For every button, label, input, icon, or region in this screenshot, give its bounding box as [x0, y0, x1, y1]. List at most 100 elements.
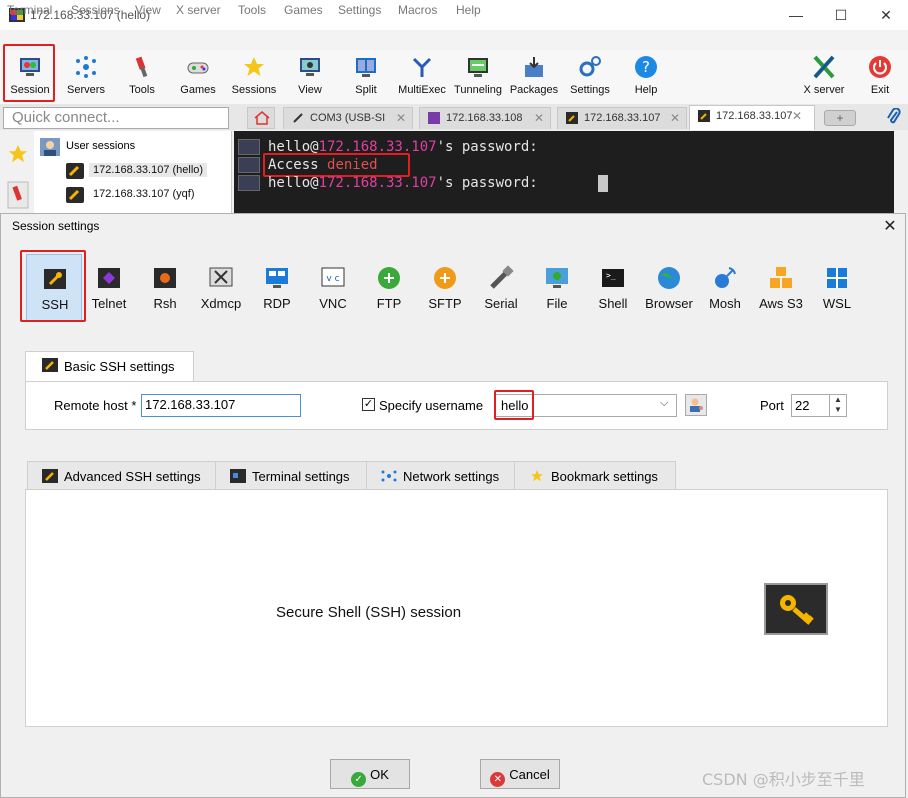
- menu-settings[interactable]: Settings: [338, 3, 381, 17]
- menu-x-server[interactable]: X server: [176, 3, 221, 17]
- tab-label: 172.168.33.107: [716, 110, 793, 122]
- x-server-button[interactable]: X server: [797, 50, 851, 102]
- close-icon[interactable]: ✕: [396, 111, 406, 125]
- plug-icon: [293, 113, 303, 123]
- boxes-icon: [770, 267, 792, 288]
- terminal-line-icon: [238, 175, 260, 191]
- quick-connect-input[interactable]: Quick connect...: [3, 107, 229, 129]
- help-button[interactable]: ? Help: [619, 50, 673, 102]
- tab-advanced-ssh-settings[interactable]: Advanced SSH settings: [27, 461, 216, 490]
- session-type-shell[interactable]: >_ Shell: [585, 254, 641, 322]
- multiexec-icon: [412, 57, 432, 77]
- help-label: Help: [634, 84, 658, 96]
- menu-sessions[interactable]: Sessions: [71, 3, 120, 17]
- session-type-wsl[interactable]: WSL: [809, 254, 865, 322]
- x-server-icon: [813, 55, 835, 79]
- highlight-box: [494, 390, 534, 420]
- session-type-telnet[interactable]: Telnet: [81, 254, 137, 322]
- specify-username-checkbox[interactable]: ✓: [362, 398, 375, 411]
- star-icon[interactable]: [7, 143, 29, 165]
- highlight-box: [263, 153, 410, 177]
- view-button[interactable]: View: [283, 50, 337, 102]
- close-window-button[interactable]: ✕: [876, 6, 896, 24]
- servers-button[interactable]: Servers: [59, 50, 113, 102]
- menu-bar: [0, 30, 908, 50]
- windows-icon: [827, 268, 847, 288]
- session-button[interactable]: Session: [3, 44, 57, 102]
- session-type-file[interactable]: File: [529, 254, 585, 322]
- rdp-icon: [266, 268, 288, 288]
- session-type-serial[interactable]: Serial: [473, 254, 529, 322]
- packages-icon: [525, 57, 543, 77]
- port-spinner[interactable]: ▲ ▼: [829, 395, 846, 416]
- new-tab-button[interactable]: +: [824, 110, 856, 126]
- tools-side-icon[interactable]: [6, 180, 30, 210]
- tools-label: Tools: [129, 84, 155, 96]
- games-icon: [187, 62, 209, 74]
- cancel-label: Cancel: [509, 767, 550, 782]
- star-icon: [244, 57, 264, 76]
- home-tab[interactable]: [247, 107, 275, 129]
- tab-session-107-active[interactable]: 172.168.33.107 ✕: [689, 105, 815, 130]
- menu-games[interactable]: Games: [284, 3, 323, 17]
- close-icon[interactable]: ✕: [792, 109, 802, 123]
- tab-network-settings[interactable]: Network settings: [366, 461, 515, 490]
- session-type-rsh[interactable]: Rsh: [137, 254, 193, 322]
- tab-com3[interactable]: COM3 (USB-SI ✕: [283, 107, 413, 129]
- watermark: CSDN @积小步至千里: [702, 770, 865, 789]
- split-button[interactable]: Split: [339, 50, 393, 102]
- tab-terminal-settings[interactable]: Terminal settings: [215, 461, 367, 490]
- exit-button[interactable]: Exit: [853, 50, 907, 102]
- dialog-close-button[interactable]: ✕: [880, 216, 900, 236]
- menu-tools[interactable]: Tools: [238, 3, 266, 17]
- session-type-sftp[interactable]: SFTP: [417, 254, 473, 322]
- tools-button[interactable]: Tools: [115, 50, 169, 102]
- session-type-ftp[interactable]: FTP: [361, 254, 417, 322]
- menu-macros[interactable]: Macros: [398, 3, 437, 17]
- cancel-button[interactable]: ✕ Cancel: [480, 759, 560, 789]
- basic-tab-label: Basic SSH settings: [64, 359, 175, 374]
- terminal-line-3: hello@172.168.33.107's password:: [268, 175, 547, 191]
- menu-terminal[interactable]: Terminal: [7, 3, 52, 17]
- tunneling-button[interactable]: Tunneling: [451, 50, 505, 102]
- paperclip-icon[interactable]: [886, 108, 902, 126]
- close-icon[interactable]: ✕: [670, 111, 680, 125]
- packages-button[interactable]: Packages: [507, 50, 561, 102]
- session-type-browser[interactable]: Browser: [641, 254, 697, 322]
- session-type-aws-s3[interactable]: Aws S3: [753, 254, 809, 322]
- sidebar-session-yqf[interactable]: 172.168.33.107 (yqf): [93, 188, 195, 200]
- exit-label: Exit: [870, 84, 890, 96]
- sidebar-session-hello[interactable]: 172.168.33.107 (hello): [89, 163, 208, 177]
- user-icon: [40, 138, 60, 156]
- sessions-button[interactable]: Sessions: [227, 50, 281, 102]
- help-icon: ?: [635, 56, 657, 78]
- user-sessions-folder[interactable]: User sessions: [66, 140, 135, 152]
- vnc-icon: v c: [321, 267, 345, 287]
- session-type-rdp[interactable]: RDP: [249, 254, 305, 322]
- session-type-vnc[interactable]: v c VNC: [305, 254, 361, 322]
- session-type-xdmcp[interactable]: Xdmcp: [193, 254, 249, 322]
- session-type-mosh[interactable]: Mosh: [697, 254, 753, 322]
- xdmcp-icon: [209, 267, 233, 287]
- games-button[interactable]: Games: [171, 50, 225, 102]
- multiexec-button[interactable]: MultiExec: [395, 50, 449, 102]
- remote-host-input[interactable]: 172.168.33.107: [141, 394, 301, 417]
- ok-button[interactable]: ✓ OK: [330, 759, 410, 789]
- svg-text:>_: >_: [606, 271, 616, 280]
- tab-session-108[interactable]: 172.168.33.108 ✕: [419, 107, 551, 129]
- tab-bookmark-settings[interactable]: Bookmark settings: [514, 461, 676, 490]
- maximize-button[interactable]: ☐: [831, 6, 851, 24]
- home-icon: [254, 111, 270, 125]
- session-type-label: Aws S3: [759, 296, 803, 311]
- menu-view[interactable]: View: [135, 3, 161, 17]
- session-description: Secure Shell (SSH) session: [276, 604, 462, 621]
- user-manager-button[interactable]: [685, 394, 707, 416]
- port-label: Port: [760, 398, 784, 413]
- close-icon[interactable]: ✕: [534, 111, 544, 125]
- settings-label: Settings: [570, 84, 610, 96]
- settings-button[interactable]: Settings: [563, 50, 617, 102]
- minimize-button[interactable]: —: [786, 6, 806, 24]
- chevron-down-icon[interactable]: ⌵: [660, 397, 668, 410]
- menu-help[interactable]: Help: [456, 3, 481, 17]
- tab-session-107-a[interactable]: 172.168.33.107 ✕: [557, 107, 687, 129]
